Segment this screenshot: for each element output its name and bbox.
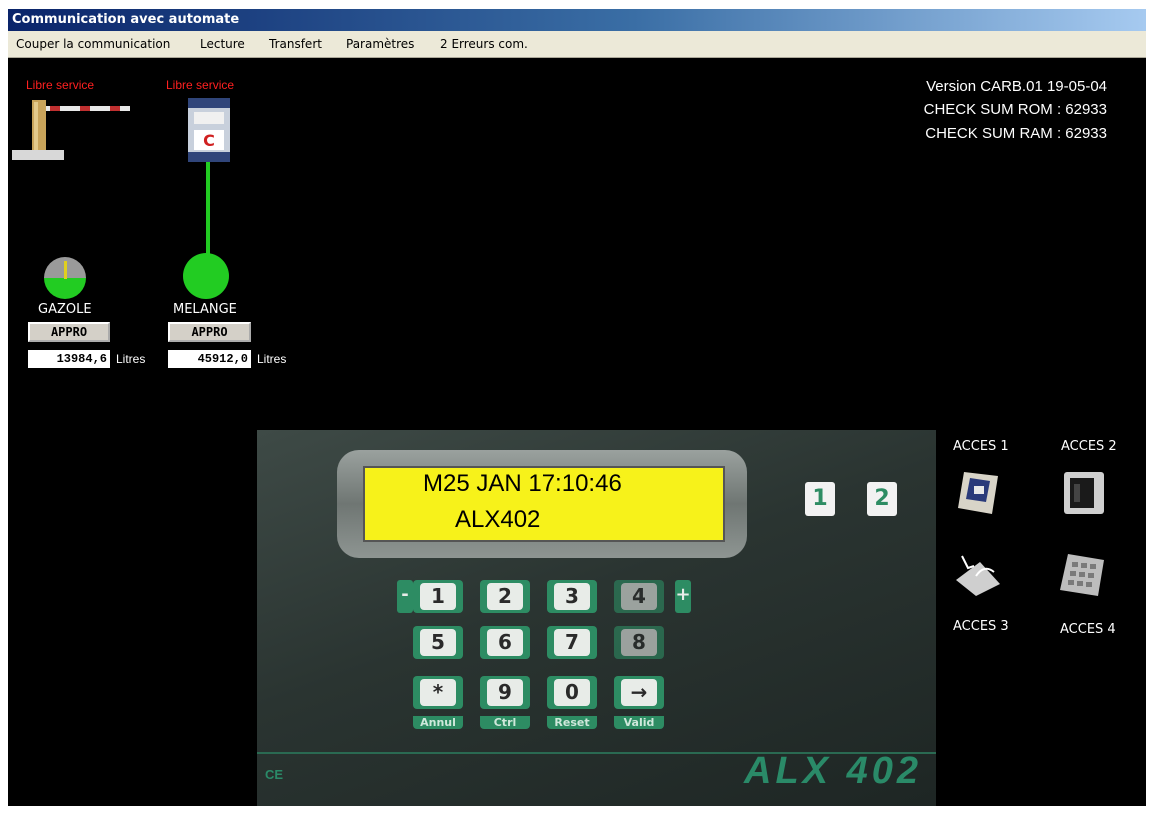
key-4[interactable]: 4 [614, 580, 664, 613]
pipe-line [206, 162, 210, 256]
barrier-status: Libre service [26, 78, 95, 92]
melange-tank-gauge[interactable] [182, 252, 230, 300]
brand-logo: ALX 402 [744, 750, 922, 792]
main-canvas: Libre service Libre service C GAZOLE MEL… [8, 58, 1146, 806]
checksum-ram: CHECK SUM RAM : 62933 [925, 125, 1107, 142]
menu-item-lecture[interactable]: Lecture [200, 37, 245, 51]
menu-item-parametres[interactable]: Paramètres [346, 37, 414, 51]
lcd-display: M25 JAN 17:10:46 ALX402 [363, 466, 725, 542]
acces-1-label: ACCES 1 [953, 439, 1009, 454]
key-0[interactable]: 0 [547, 676, 597, 709]
acces-3-reader-icon[interactable] [954, 550, 1002, 598]
window-title: Communication avec automate [12, 12, 240, 27]
checksum-rom: CHECK SUM ROM : 62933 [923, 101, 1107, 118]
minus-key[interactable]: - [397, 580, 413, 613]
fuel-pump-icon[interactable]: C [186, 96, 232, 164]
key-star[interactable]: * [413, 676, 463, 709]
key-6[interactable]: 6 [480, 626, 530, 659]
gazole-quantity: 13984,6 [28, 350, 110, 368]
acces-3-label: ACCES 3 [953, 619, 1009, 634]
acces-4-label: ACCES 4 [1060, 622, 1116, 637]
valid-label: Valid [614, 716, 664, 729]
menu-bar: Couper la communication Lecture Transfer… [8, 31, 1146, 58]
pump-status: Libre service [166, 78, 235, 92]
menu-item-couper[interactable]: Couper la communication [16, 37, 170, 51]
annul-label: Annul [413, 716, 463, 729]
gazole-label: GAZOLE [38, 302, 92, 317]
acces-2-reader-icon[interactable] [1058, 468, 1106, 516]
key-7[interactable]: 7 [547, 626, 597, 659]
key-arrow[interactable]: → [614, 676, 664, 709]
acces-2-label: ACCES 2 [1061, 439, 1117, 454]
lcd-line-1: M25 JAN 17:10:46 [423, 470, 622, 497]
key-3[interactable]: 3 [547, 580, 597, 613]
gazole-unit: Litres [116, 352, 146, 366]
key-5[interactable]: 5 [413, 626, 463, 659]
plus-key[interactable]: + [675, 580, 691, 613]
selector-1-button[interactable]: 1 [805, 482, 835, 516]
menu-item-transfert[interactable]: Transfert [269, 37, 322, 51]
melange-quantity: 45912,0 [168, 350, 251, 368]
key-9[interactable]: 9 [480, 676, 530, 709]
selector-2-button[interactable]: 2 [867, 482, 897, 516]
version-label: Version CARB.01 19-05-04 [926, 78, 1107, 95]
melange-unit: Litres [257, 352, 287, 366]
gazole-tank-gauge[interactable] [42, 256, 88, 300]
key-8[interactable]: 8 [614, 626, 664, 659]
title-bar: Communication avec automate [8, 9, 1146, 31]
alx402-terminal: M25 JAN 17:10:46 ALX402 1 2 - + 1 2 3 4 … [257, 430, 936, 806]
reset-label: Reset [547, 716, 597, 729]
lcd-line-2: ALX402 [455, 506, 541, 533]
svg-text:C: C [203, 131, 215, 150]
acces-1-reader-icon[interactable] [954, 468, 1002, 516]
key-2[interactable]: 2 [480, 580, 530, 613]
melange-appro-button[interactable]: APPRO [168, 322, 251, 342]
acces-4-keypad-icon[interactable] [1058, 550, 1106, 598]
melange-label: MELANGE [173, 302, 237, 317]
gazole-appro-button[interactable]: APPRO [28, 322, 110, 342]
ce-mark: CE [265, 767, 284, 782]
ctrl-label: Ctrl [480, 716, 530, 729]
key-1[interactable]: 1 [413, 580, 463, 613]
barrier-icon[interactable] [10, 94, 134, 166]
menu-item-erreurs[interactable]: 2 Erreurs com. [440, 37, 528, 51]
